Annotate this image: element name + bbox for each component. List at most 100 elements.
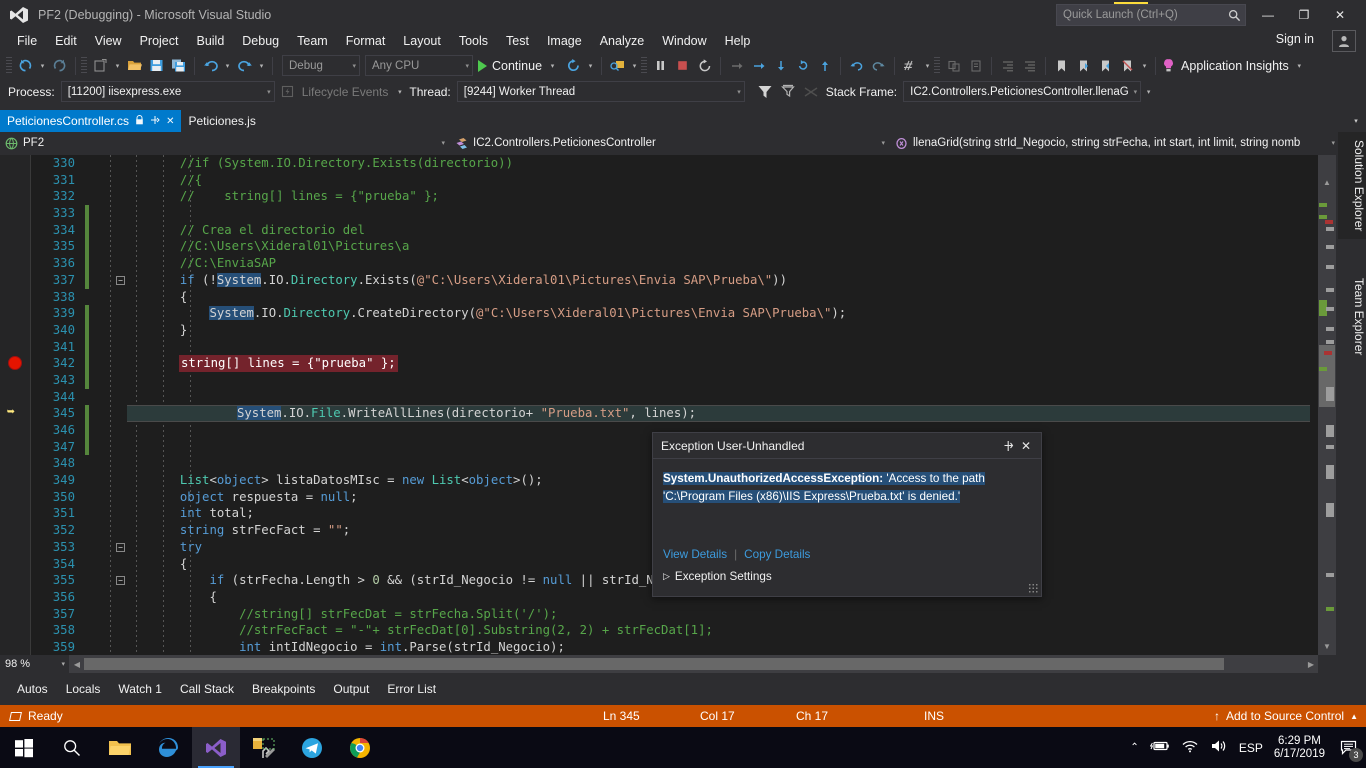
code-line[interactable]: 335 //C:\Users\Xideral01\Pictures\a — [31, 238, 1318, 256]
redo-2-icon[interactable] — [868, 55, 889, 77]
code-line[interactable]: 342 string[] lines = {"prueba" }; — [8, 355, 1318, 372]
visual-studio-icon[interactable] — [192, 727, 240, 768]
code-line[interactable]: 333 — [31, 205, 1318, 222]
code-line[interactable]: 340 } — [31, 321, 1318, 339]
thread-combo[interactable]: [9244] Worker Thread ▾ — [456, 81, 745, 102]
redo-icon[interactable] — [234, 55, 255, 77]
close-button[interactable]: ✕ — [1322, 1, 1358, 29]
redo-dropdown[interactable]: ▾ — [256, 55, 267, 77]
code-line[interactable]: 336 //C:\EnviaSAP — [31, 255, 1318, 272]
menu-item-analyze[interactable]: Analyze — [591, 32, 653, 50]
current-statement-arrow-icon[interactable]: ➥ — [7, 405, 23, 421]
bookmark-icon[interactable] — [1051, 55, 1072, 77]
scroll-down-arrow[interactable]: ▼ — [1318, 639, 1336, 655]
close-icon[interactable]: ✕ — [1017, 436, 1035, 456]
bottom-tab-call-stack[interactable]: Call Stack — [171, 680, 243, 698]
chrome-icon[interactable] — [336, 727, 384, 768]
sign-in-link[interactable]: Sign in — [1276, 32, 1314, 46]
menu-item-edit[interactable]: Edit — [46, 32, 86, 50]
uncomment-icon[interactable] — [965, 55, 986, 77]
flag-filter-icon[interactable] — [778, 81, 799, 103]
code-line[interactable]: 341 — [31, 338, 1318, 356]
navbar-member-combo[interactable]: llenaGrid(string strId_Negocio, string s… — [890, 133, 1340, 154]
navigate-backward-dropdown[interactable]: ▾ — [37, 55, 48, 77]
scroll-up-arrow[interactable]: ▲ — [1318, 175, 1336, 191]
menu-item-project[interactable]: Project — [131, 32, 188, 50]
new-project-dropdown[interactable]: ▾ — [112, 55, 123, 77]
attach-dropdown[interactable]: ▾ — [629, 55, 640, 77]
menu-item-file[interactable]: File — [8, 32, 46, 50]
code-line[interactable]: 343 — [31, 371, 1318, 389]
pin-icon[interactable] — [150, 115, 160, 128]
toolbar-overflow[interactable]: ▾ — [1143, 81, 1154, 103]
menu-item-view[interactable]: View — [86, 32, 131, 50]
toolbar-grip[interactable] — [81, 56, 87, 75]
decrease-indent-icon[interactable] — [997, 55, 1018, 77]
stack-frame-combo[interactable]: IC2.Controllers.PeticionesController.lle… — [903, 81, 1142, 102]
bottom-tab-breakpoints[interactable]: Breakpoints — [243, 680, 324, 698]
exception-settings-expander[interactable]: ▷ Exception Settings — [663, 570, 772, 583]
bottom-tab-error-list[interactable]: Error List — [378, 680, 445, 698]
continue-dropdown[interactable]: ▾ — [547, 55, 558, 77]
quick-launch-input[interactable]: Quick Launch (Ctrl+Q) — [1063, 9, 1228, 21]
code-line[interactable]: 358 //strFecFact = "-"+ strFecDat[0].Sub… — [31, 622, 1318, 639]
next-bookmark-icon[interactable] — [1095, 55, 1116, 77]
find-in-files-icon[interactable] — [900, 55, 921, 77]
code-line[interactable]: 339 System.IO.Directory.CreateDirectory(… — [31, 305, 1318, 322]
toolbar-grip[interactable] — [641, 56, 648, 75]
tools-icon[interactable] — [240, 727, 288, 768]
volume-icon[interactable] — [1210, 739, 1228, 756]
wifi-icon[interactable] — [1181, 739, 1199, 756]
sidebar-item-solution-explorer[interactable]: Solution Explorer — [1338, 132, 1366, 240]
horizontal-scrollbar-thumb[interactable] — [84, 658, 1224, 670]
attach-to-process-icon[interactable] — [607, 55, 628, 77]
undo-icon[interactable] — [200, 55, 221, 77]
code-line[interactable]: 338 { — [31, 289, 1318, 306]
previous-bookmark-icon[interactable] — [1073, 55, 1094, 77]
account-icon[interactable] — [1332, 30, 1356, 52]
show-next-statement-icon[interactable] — [726, 55, 747, 77]
undo-2-icon[interactable] — [846, 55, 867, 77]
bookmarks-dropdown[interactable]: ▾ — [1139, 55, 1150, 77]
step-into-icon[interactable] — [748, 55, 769, 77]
menu-item-build[interactable]: Build — [187, 32, 233, 50]
exception-helper-popup[interactable]: Exception User-Unhandled ✕ System.Unauth… — [652, 432, 1042, 597]
find-dropdown[interactable]: ▾ — [922, 55, 933, 77]
navigate-forward-icon[interactable] — [49, 55, 70, 77]
resize-grip[interactable] — [1028, 583, 1038, 593]
file-explorer-icon[interactable] — [96, 727, 144, 768]
navbar-type-combo[interactable]: IC2.Controllers.PeticionesController ▾ — [450, 133, 890, 154]
zoom-level-combo[interactable]: 98 % ▾ — [0, 655, 70, 673]
code-line[interactable]: 337− if (!System.IO.Directory.Exists(@"C… — [31, 271, 1318, 289]
clear-bookmarks-icon[interactable] — [1117, 55, 1138, 77]
show-hidden-icons[interactable]: ⌃ — [1130, 742, 1138, 753]
menu-item-debug[interactable]: Debug — [233, 32, 288, 50]
undo-dropdown[interactable]: ▾ — [222, 55, 233, 77]
menu-item-team[interactable]: Team — [288, 32, 337, 50]
stop-debugging-icon[interactable] — [672, 55, 693, 77]
tab-peticiones-js[interactable]: Peticiones.js — [181, 110, 262, 132]
quick-launch-box[interactable]: Quick Launch (Ctrl+Q) — [1056, 4, 1246, 26]
editor-vertical-scrollbar[interactable]: ▲ ▼ — [1318, 155, 1336, 655]
solution-platform-combo[interactable]: Any CPU ▾ — [365, 55, 473, 76]
toolbar-grip[interactable] — [934, 56, 941, 75]
menu-item-test[interactable]: Test — [497, 32, 538, 50]
start-icon[interactable] — [0, 727, 48, 768]
bottom-tab-locals[interactable]: Locals — [57, 680, 110, 698]
code-line[interactable]: 359 int intIdNegocio = int.Parse(strId_N… — [31, 639, 1318, 655]
bottom-tab-output[interactable]: Output — [324, 680, 378, 698]
code-line[interactable]: 332 // string[] lines = {"prueba" }; — [31, 188, 1318, 205]
menu-item-image[interactable]: Image — [538, 32, 591, 50]
flag-just-my-code-icon[interactable] — [755, 81, 776, 103]
menu-item-layout[interactable]: Layout — [394, 32, 450, 50]
bottom-tab-autos[interactable]: Autos — [8, 680, 57, 698]
tab-peticionescontroller-cs[interactable]: PeticionesController.cs ✕ — [0, 110, 182, 132]
restart-icon[interactable] — [563, 55, 584, 77]
telegram-icon[interactable] — [288, 727, 336, 768]
navigate-backward-icon[interactable] — [15, 55, 36, 77]
pin-icon[interactable] — [999, 436, 1017, 456]
code-line[interactable]: 357 //string[] strFecDat = strFecha.Spli… — [31, 606, 1318, 623]
minimize-button[interactable]: — — [1250, 1, 1286, 29]
process-combo[interactable]: [11200] iisexpress.exe ▾ — [60, 81, 275, 102]
menu-item-format[interactable]: Format — [337, 32, 395, 50]
